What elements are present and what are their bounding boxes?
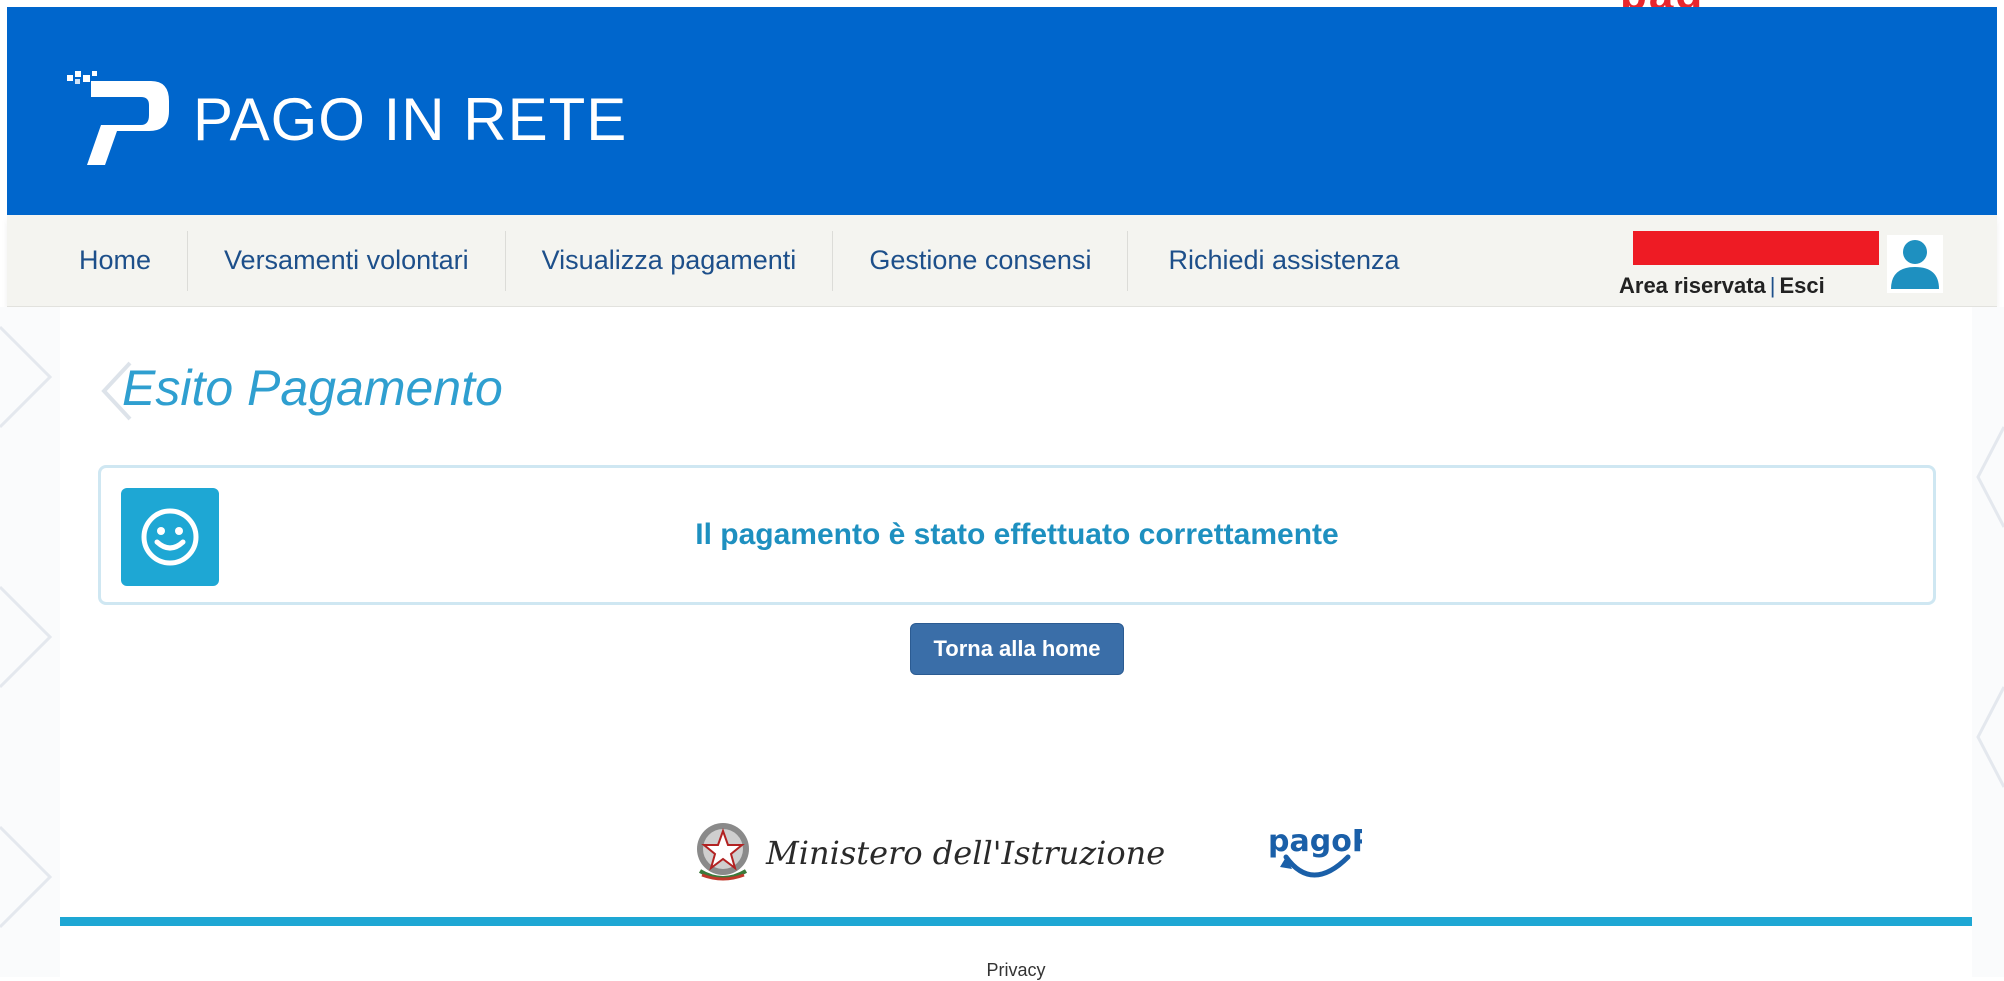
site-header: PAGO IN RETE [7,7,1997,215]
privacy-link[interactable]: Privacy [60,960,1972,981]
nav-richiedi-assistenza[interactable]: Richiedi assistenza [1128,231,1435,291]
payment-result-box: Il pagamento è stato effettuato corretta… [98,465,1936,605]
nav-gestione-consensi[interactable]: Gestione consensi [833,230,1129,291]
footer-divider [60,917,1972,926]
nav-visualizza-pagamenti[interactable]: Visualizza pagamenti [506,230,834,291]
footer-logos: Ministero dell'Istruzione pagoPA [60,807,1972,897]
user-links: Area riservata | Esci [1619,273,1825,299]
main-nav: Home Versamenti volontari Visualizza pag… [7,215,1997,307]
pago-in-rete-logo-icon [59,67,179,167]
site-footer: Privacy [60,926,1972,980]
logout-link[interactable]: Esci [1780,273,1825,298]
back-home-button[interactable]: Torna alla home [910,623,1124,675]
nav-home[interactable]: Home [7,230,189,291]
nav-versamenti-volontari[interactable]: Versamenti volontari [188,230,506,291]
area-riservata-link[interactable]: Area riservata [1619,273,1766,298]
user-icon[interactable] [1887,235,1943,293]
user-area: Area riservata | Esci [1619,223,1953,299]
right-background-decoration [1972,307,2004,977]
page-title: Esito Pagamento [122,360,503,416]
pagopa-label: pagoPA [1268,824,1362,859]
payment-result-message: Il pagamento è stato effettuato corretta… [695,518,1339,551]
ministero-label: Ministero dell'Istruzione [766,833,1166,872]
emblem-icon [690,815,756,890]
site-logo[interactable]: PAGO IN RETE [59,67,627,167]
left-background-decoration [0,307,60,977]
main-panel: Esito Pagamento Il pagamento è stato eff… [60,307,1972,917]
top-strip: pag [0,0,2004,19]
pagopa-logo[interactable]: pagoPA [1262,811,1395,891]
site-title: PAGO IN RETE [193,85,628,153]
redacted-username [1633,231,1879,265]
ministero-logo[interactable]: Ministero dell'Istruzione [690,815,1165,890]
user-links-separator: | [1769,273,1776,298]
